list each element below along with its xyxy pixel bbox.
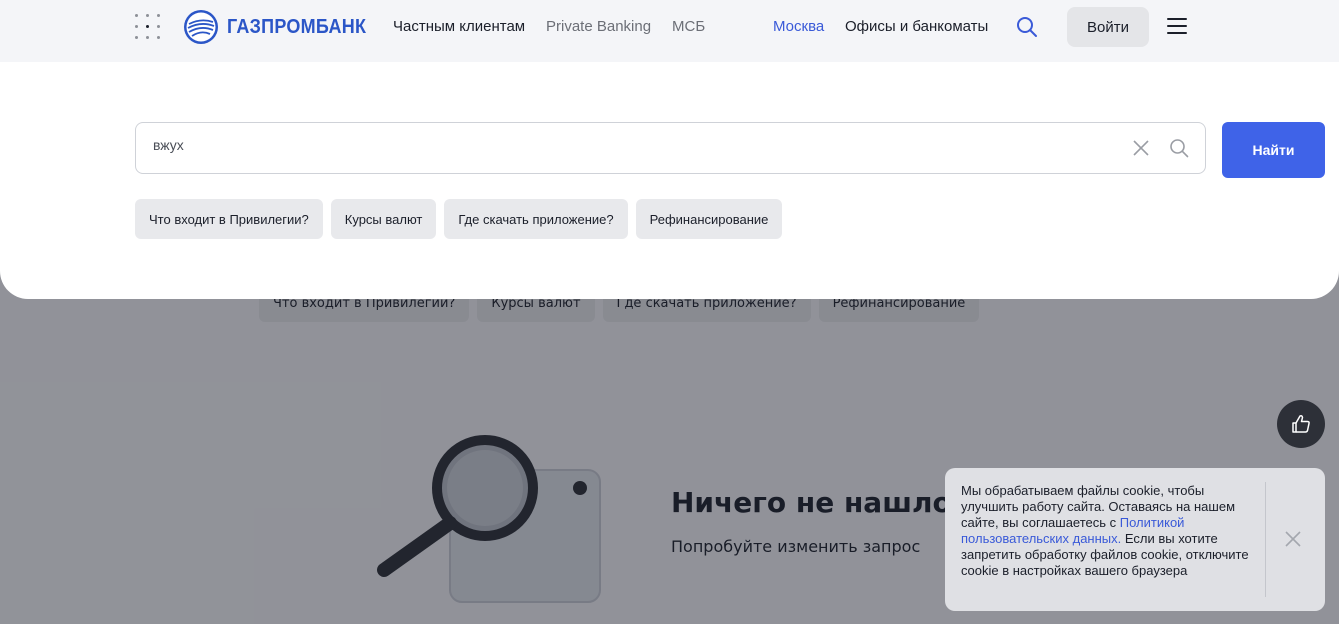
close-icon[interactable] <box>1285 531 1301 547</box>
logo[interactable]: ГАЗПРОМБАНК <box>183 9 382 45</box>
suggestion-chip[interactable]: Курсы валют <box>330 199 437 239</box>
search-field[interactable] <box>135 122 1206 174</box>
city-selector[interactable]: Москва <box>773 18 824 35</box>
nav-private-clients[interactable]: Частным клиентам <box>393 18 525 35</box>
search-icon[interactable] <box>1016 16 1038 38</box>
cookie-text-start: Мы обрабатываем файлы cookie, чтобы улуч… <box>961 483 1236 530</box>
search-panel: Найти Что входит в Привилегии? Курсы вал… <box>0 62 1339 299</box>
nav-private-banking[interactable]: Private Banking <box>546 18 651 35</box>
search-input[interactable] <box>153 137 1053 153</box>
cookie-banner: Мы обрабатываем файлы cookie, чтобы улуч… <box>945 468 1325 611</box>
suggestion-chip[interactable]: Где скачать приложение? <box>444 199 628 239</box>
menu-icon[interactable] <box>1167 18 1187 34</box>
cookie-text: Мы обрабатываем файлы cookie, чтобы улуч… <box>961 483 1261 579</box>
nav-offices-atms[interactable]: Офисы и банкоматы <box>845 18 988 35</box>
brand-name: ГАЗПРОМБАНК <box>227 15 367 38</box>
clear-icon[interactable] <box>1132 139 1150 157</box>
logo-icon <box>184 10 218 44</box>
apps-grid-icon[interactable] <box>135 14 161 40</box>
site-header: ГАЗПРОМБАНК Частным клиентам Private Ban… <box>0 0 1339 62</box>
feedback-button[interactable] <box>1277 400 1325 448</box>
login-button[interactable]: Войти <box>1067 7 1149 47</box>
suggestion-chip[interactable]: Рефинансирование <box>635 199 783 239</box>
nav-msb[interactable]: МСБ <box>672 18 705 35</box>
clipped-heading-fragment <box>135 62 525 66</box>
suggestion-chip[interactable]: Что входит в Привилегии? <box>135 199 323 239</box>
cookie-divider <box>1265 482 1266 597</box>
search-suggestions: Что входит в Привилегии? Курсы валют Где… <box>135 199 783 239</box>
find-button[interactable]: Найти <box>1222 122 1325 178</box>
search-icon[interactable] <box>1169 138 1189 158</box>
thumbs-up-icon <box>1292 414 1310 433</box>
